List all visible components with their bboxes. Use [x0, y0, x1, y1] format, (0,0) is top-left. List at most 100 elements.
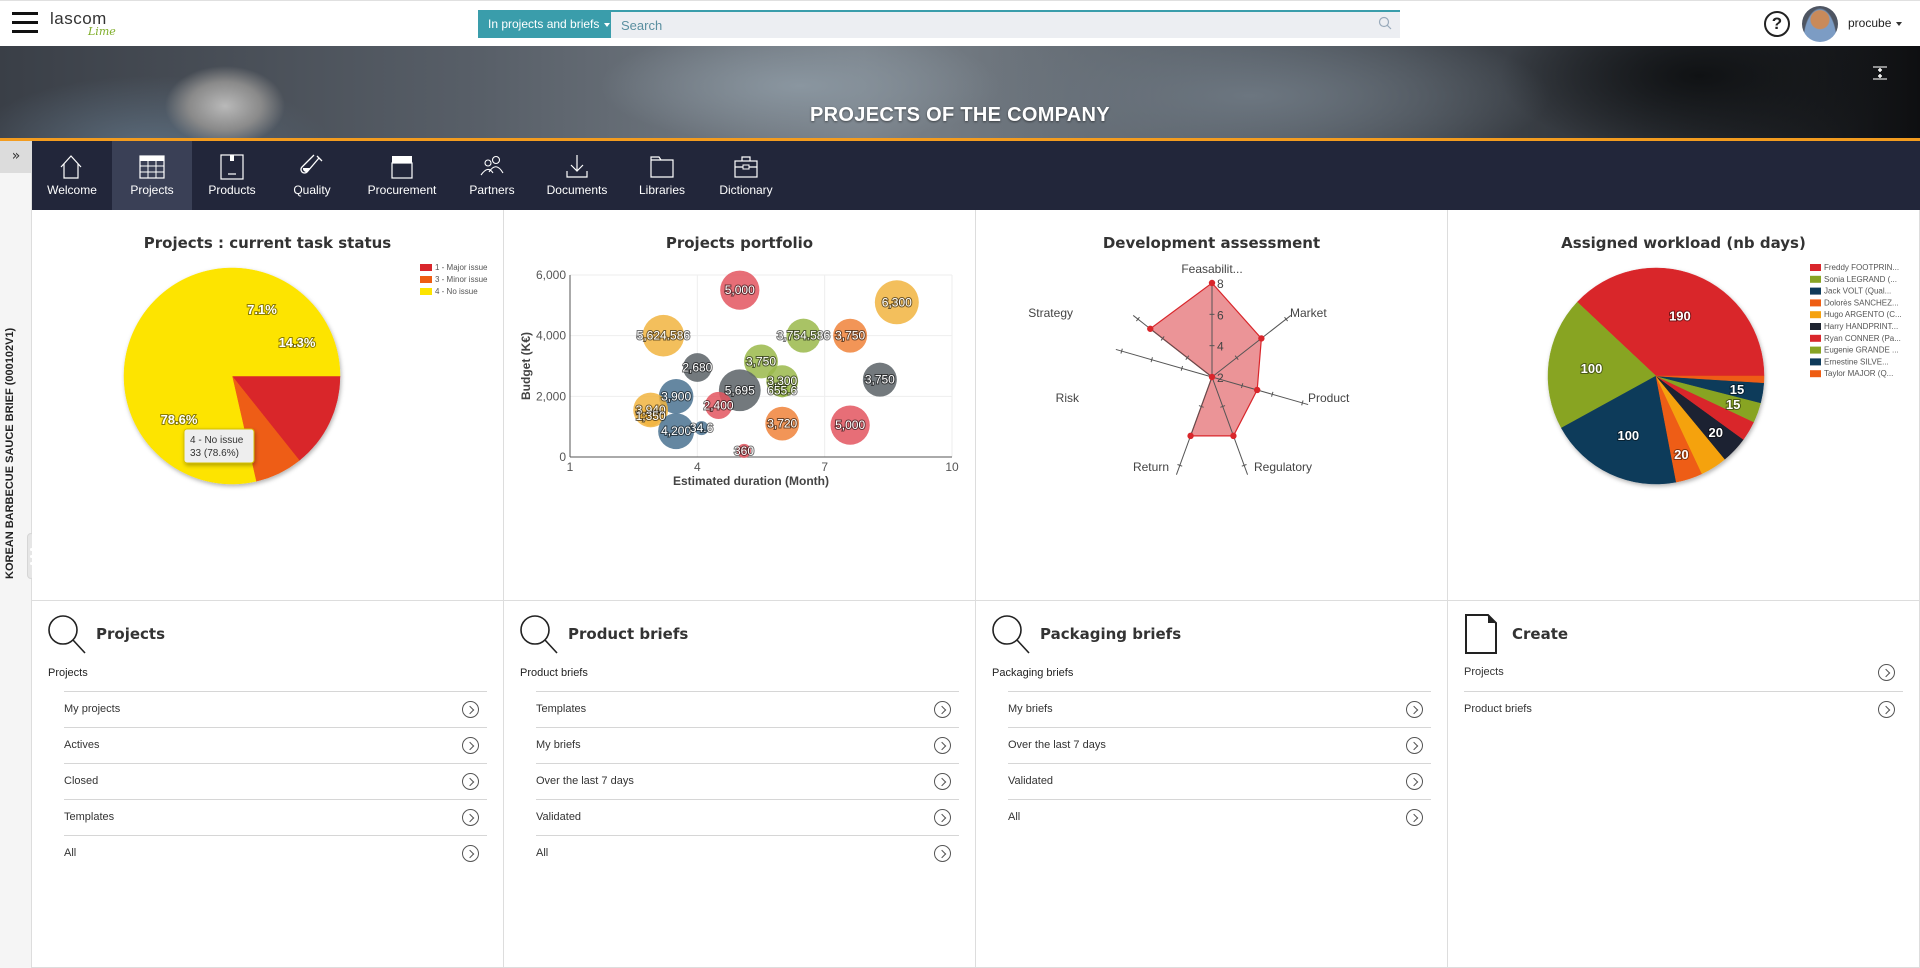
bubble-label: 360	[734, 444, 754, 458]
context-title: KOREAN BARBECUE SAUCE BRIEF (000102V1)	[4, 327, 16, 579]
pie-data-label: 190	[1669, 309, 1691, 324]
chevron-right-circle-icon[interactable]	[1878, 701, 1895, 718]
radar-tick	[1301, 400, 1304, 406]
help-icon[interactable]: ?	[1764, 11, 1790, 37]
search-scope-dropdown[interactable]: In projects and briefs	[478, 10, 611, 38]
legend-swatch	[1810, 370, 1821, 378]
user-menu[interactable]: procube	[1848, 16, 1903, 30]
y-tick-label: 0	[559, 450, 566, 464]
legend-label[interactable]: Eugenie GRANDE ...	[1824, 346, 1899, 355]
link-item[interactable]: My briefs	[1008, 691, 1431, 727]
expand-side-panel-button[interactable]: »	[0, 141, 32, 173]
radar-point[interactable]	[1230, 432, 1237, 440]
radar-point[interactable]	[1258, 335, 1265, 342]
nav-item-procurement[interactable]: Procurement	[352, 141, 452, 210]
link-item[interactable]: Product briefs	[1464, 691, 1903, 727]
nav-item-dictionary[interactable]: Dictionary	[702, 141, 790, 210]
chevron-right-circle-icon[interactable]	[1406, 809, 1423, 826]
radar-point[interactable]	[1208, 373, 1216, 381]
legend-label[interactable]: Ryan CONNER (Pa...	[1824, 334, 1901, 343]
radar-tick	[1150, 357, 1153, 363]
search-icon	[48, 615, 86, 654]
legend-label[interactable]: 1 - Major issue	[435, 263, 488, 272]
link-item[interactable]: All	[1008, 799, 1431, 835]
legend-label[interactable]: 3 - Minor issue	[435, 275, 488, 284]
nav-item-partners[interactable]: Partners	[452, 141, 532, 210]
chevron-right-circle-icon[interactable]	[462, 845, 479, 862]
search-input[interactable]	[611, 10, 1400, 38]
user-avatar[interactable]	[1802, 6, 1838, 42]
x-tick-label: 1	[567, 460, 574, 474]
link-item[interactable]: My briefs	[536, 727, 959, 763]
link-item[interactable]: Closed	[64, 763, 487, 799]
nav-item-libraries[interactable]: Libraries	[622, 141, 702, 210]
link-label: All	[64, 847, 77, 859]
link-item[interactable]: Validated	[1008, 763, 1431, 799]
radar-point[interactable]	[1253, 386, 1261, 394]
link-item[interactable]: Validated	[536, 799, 959, 835]
legend-label[interactable]: Hugo ARGENTO (C...	[1824, 310, 1902, 319]
link-item[interactable]: Templates	[64, 799, 487, 835]
folder-icon	[650, 156, 674, 178]
link-panel-title: Packaging briefs	[1040, 625, 1182, 643]
search-icon[interactable]	[1378, 16, 1392, 30]
link-item[interactable]: All	[64, 835, 487, 871]
chevron-right-circle-icon[interactable]	[934, 845, 951, 862]
radar-point[interactable]	[1147, 325, 1154, 332]
chevron-right-circle-icon[interactable]	[934, 701, 951, 718]
radar-axis-label: Product	[1308, 391, 1350, 405]
nav-item-projects[interactable]: Projects	[112, 141, 192, 210]
chevron-right-circle-icon[interactable]	[934, 737, 951, 754]
chevron-right-circle-icon[interactable]	[1878, 664, 1895, 681]
link-item[interactable]: All	[536, 835, 959, 871]
x-axis-title: Estimated duration (Month)	[673, 474, 829, 488]
legend-label[interactable]: Harry HANDPRINT...	[1824, 322, 1898, 331]
bubble-label: 3,750	[865, 373, 895, 387]
link-label: Projects	[1464, 666, 1504, 678]
chevron-right-circle-icon[interactable]	[1406, 737, 1423, 754]
nav-item-quality[interactable]: Quality	[272, 141, 352, 210]
nav-item-label: Partners	[469, 183, 515, 197]
link-item[interactable]: Over the last 7 days	[1008, 727, 1431, 763]
link-item[interactable]: Over the last 7 days	[536, 763, 959, 799]
legend-label[interactable]: Sonia LEGRAND (...	[1824, 275, 1897, 284]
link-panel-product-briefs: Product briefs Product briefs Templates My …	[504, 601, 976, 968]
top-bar: lascom Lime In projects and briefs ? pro…	[0, 0, 1920, 46]
pie-data-label: 100	[1581, 361, 1603, 376]
nav-item-label: Quality	[293, 183, 331, 197]
chevron-right-circle-icon[interactable]	[462, 737, 479, 754]
legend-label[interactable]: Jack VOLT (Qual...	[1824, 287, 1891, 296]
legend-label[interactable]: Taylor MAJOR (Q...	[1824, 369, 1893, 378]
link-item[interactable]: Templates	[536, 691, 959, 727]
legend-label[interactable]: Dolorès SANCHEZ...	[1824, 298, 1899, 307]
chevron-right-circle-icon[interactable]	[462, 809, 479, 826]
chevron-right-circle-icon[interactable]	[462, 701, 479, 718]
chevron-right-circle-icon[interactable]	[934, 809, 951, 826]
pie-data-label: 14.3%	[279, 335, 316, 350]
lascom-logo[interactable]: lascom Lime	[50, 9, 130, 39]
chevron-right-circle-icon[interactable]	[1406, 773, 1423, 790]
chevron-right-circle-icon[interactable]	[934, 773, 951, 790]
link-item[interactable]: My projects	[64, 691, 487, 727]
chevron-right-circle-icon[interactable]	[1406, 701, 1423, 718]
link-item[interactable]: Actives	[64, 727, 487, 763]
radar-point[interactable]	[1208, 279, 1216, 287]
radar-point[interactable]	[1187, 432, 1194, 440]
store-icon	[391, 156, 413, 179]
hamburger-menu-icon[interactable]	[12, 12, 38, 34]
nav-item-welcome[interactable]: Welcome	[32, 141, 112, 210]
link-item[interactable]: Projects	[1464, 655, 1903, 691]
nav-item-documents[interactable]: Documents	[532, 141, 622, 210]
collapse-banner-icon[interactable]	[1872, 66, 1888, 80]
legend-label[interactable]: Ernestine SILVE...	[1824, 357, 1889, 366]
legend-label[interactable]: 4 - No issue	[435, 287, 478, 296]
legend-swatch	[1810, 287, 1821, 295]
link-label: My briefs	[1008, 703, 1053, 715]
calendar-icon	[139, 155, 165, 179]
people-icon	[480, 155, 504, 176]
nav-item-products[interactable]: Products	[192, 141, 272, 210]
bubble-label: 5,695	[725, 383, 755, 397]
chevron-right-circle-icon[interactable]	[462, 773, 479, 790]
document-icon	[1465, 614, 1497, 654]
legend-label[interactable]: Freddy FOOTPRIN...	[1824, 263, 1899, 272]
